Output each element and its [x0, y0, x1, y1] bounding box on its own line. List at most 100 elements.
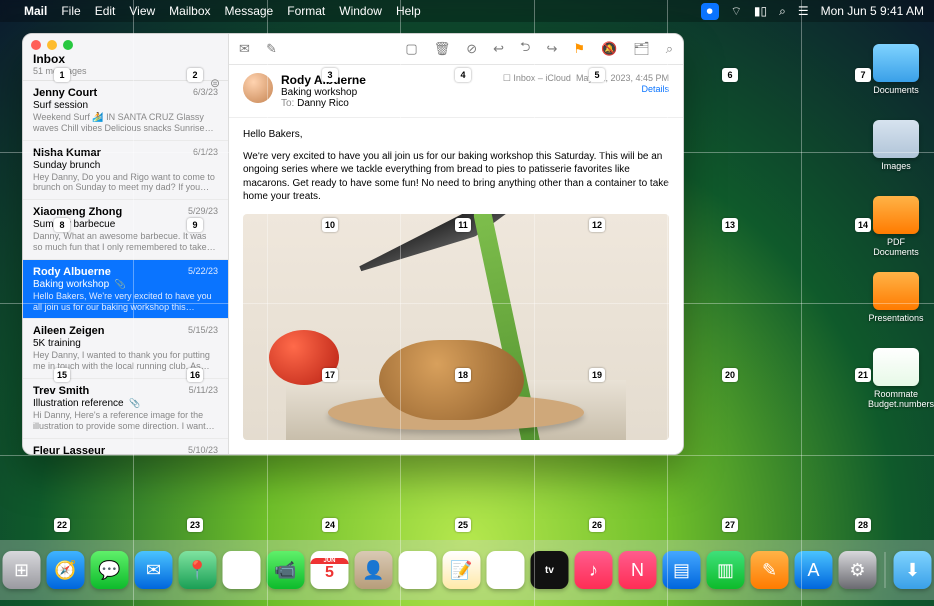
menu-format[interactable]: Format — [287, 4, 325, 18]
msg-sender: Jenny Court — [33, 87, 97, 99]
grid-cell-23[interactable]: 23 — [187, 518, 203, 532]
inbox-subtitle: 51 messages — [33, 66, 218, 76]
dock-messages[interactable]: 💬 — [91, 551, 129, 589]
desktop[interactable]: Mail File Edit View Mailbox Message Format Win… — [0, 0, 934, 606]
details-link[interactable]: Details — [641, 84, 669, 94]
grid-cell-28[interactable]: 28 — [855, 518, 871, 532]
dock-maps[interactable]: 📍 — [179, 551, 217, 589]
filter-icon[interactable]: ⊜ — [210, 76, 220, 90]
dock-downloads[interactable]: ⬇︎ — [894, 551, 932, 589]
message-row[interactable]: Xiaomeng Zhong5/29/23Summer barbecueDann… — [23, 200, 228, 260]
msg-subject: Baking workshop 📎 — [33, 279, 218, 290]
dock[interactable]: 🙂⊞🧭💬✉︎📍✿📹JUN5👤☰📝✎tv♪N▤▥✎A⚙︎⬇︎🗑 — [0, 540, 934, 600]
move-icon[interactable]: 🗂 — [633, 41, 650, 57]
control-center-icon[interactable]: ☰ — [798, 4, 809, 18]
message-row[interactable]: Fleur Lasseur5/10/23Baseball team fundra… — [23, 439, 228, 454]
msg-subject: Sunday brunch — [33, 160, 218, 171]
dock-calendar[interactable]: JUN5 — [311, 551, 349, 589]
menu-view[interactable]: View — [129, 4, 155, 18]
menu-help[interactable]: Help — [396, 4, 421, 18]
inbox-title: Inbox — [33, 52, 218, 66]
msg-date: 5/11/23 — [189, 385, 218, 397]
voice-control-icon[interactable]: ⏺ — [701, 3, 719, 20]
dock-mail[interactable]: ✉︎ — [135, 551, 173, 589]
dock-safari[interactable]: 🧭 — [47, 551, 85, 589]
dock-news[interactable]: N — [619, 551, 657, 589]
envelope-icon[interactable]: ✉︎ — [239, 41, 250, 57]
menu-mailbox[interactable]: Mailbox — [169, 4, 210, 18]
dock-tv[interactable]: tv — [531, 551, 569, 589]
dock-pages[interactable]: ✎ — [751, 551, 789, 589]
search-icon[interactable]: ⌕ — [666, 41, 673, 57]
message-attachment-image — [243, 214, 669, 441]
desktop-icon-presentations[interactable]: Presentations — [868, 272, 924, 323]
archive-icon[interactable]: ▢ — [405, 41, 417, 57]
close-icon[interactable] — [31, 40, 41, 50]
message-row[interactable]: Jenny Court6/3/23Surf sessionWeekend Sur… — [23, 81, 228, 141]
menu-message[interactable]: Message — [225, 4, 274, 18]
menubar-clock[interactable]: Mon Jun 5 9:41 AM — [821, 4, 924, 18]
msg-preview: Hey Danny, I wanted to thank you for put… — [33, 350, 218, 372]
reply-icon[interactable]: ↩︎ — [493, 41, 504, 57]
dock-contacts[interactable]: 👤 — [355, 551, 393, 589]
compose-icon[interactable]: ✎ — [266, 41, 277, 57]
desktop-icon-roommate-budget-numbers[interactable]: Roommate Budget.numbers — [868, 348, 924, 409]
desktop-icon-label: Images — [868, 161, 924, 171]
dock-appstore[interactable]: A — [795, 551, 833, 589]
desktop-icon-pdf-documents[interactable]: PDF Documents — [868, 196, 924, 257]
desktop-icon-documents[interactable]: Documents — [868, 44, 924, 95]
desktop-icon-label: PDF Documents — [868, 237, 924, 257]
grid-cell-24[interactable]: 24 — [322, 518, 338, 532]
grid-cell-13[interactable]: 13 — [722, 218, 738, 232]
wifi-icon[interactable]: ⌔ — [731, 4, 742, 19]
body-text: We're very excited to have you all join … — [243, 150, 669, 204]
header-datetime: May 22, 2023, 4:45 PM — [576, 73, 669, 83]
menu-window[interactable]: Window — [339, 4, 382, 18]
desktop-icon-label: Documents — [868, 85, 924, 95]
msg-preview: Weekend Surf 🏄 IN SANTA CRUZ Glassy wave… — [33, 112, 218, 134]
dock-photos[interactable]: ✿ — [223, 551, 261, 589]
dock-notes[interactable]: 📝 — [443, 551, 481, 589]
mail-toolbar: ✉︎ ✎ ▢ 🗑 ⊘ ↩︎ ⮌ ↪︎ ⚑ 🔕 🗂 ⌕ — [229, 34, 683, 65]
dock-keynote[interactable]: ▤ — [663, 551, 701, 589]
zoom-icon[interactable] — [63, 40, 73, 50]
grid-cell-25[interactable]: 25 — [455, 518, 471, 532]
menu-file[interactable]: File — [61, 4, 80, 18]
trash-icon[interactable]: 🗑 — [434, 41, 451, 57]
dock-facetime[interactable]: 📹 — [267, 551, 305, 589]
message-row[interactable]: Rody Albuerne5/22/23Baking workshop 📎Hel… — [23, 260, 228, 320]
message-row[interactable]: Aileen Zeigen5/15/235K trainingHey Danny… — [23, 319, 228, 379]
dock-numbers[interactable]: ▥ — [707, 551, 745, 589]
forward-icon[interactable]: ↪︎ — [546, 41, 557, 57]
battery-icon[interactable]: ▮▯ — [754, 4, 767, 18]
msg-subject: 5K training — [33, 338, 218, 349]
message-body: Hello Bakers, We're very excited to have… — [229, 118, 683, 214]
minimize-icon[interactable] — [47, 40, 57, 50]
message-row[interactable]: Nisha Kumar6/1/23Sunday brunchHey Danny,… — [23, 141, 228, 201]
grid-cell-6[interactable]: 6 — [722, 68, 738, 82]
junk-icon[interactable]: ⊘ — [466, 41, 477, 57]
grid-cell-27[interactable]: 27 — [722, 518, 738, 532]
dock-freeform[interactable]: ✎ — [487, 551, 525, 589]
dock-settings[interactable]: ⚙︎ — [839, 551, 877, 589]
message-list[interactable]: Jenny Court6/3/23Surf sessionWeekend Sur… — [23, 81, 228, 454]
mail-window[interactable]: Inbox 51 messages ⊜ Jenny Court6/3/23Sur… — [22, 33, 684, 455]
grid-cell-26[interactable]: 26 — [589, 518, 605, 532]
menubar-app-name[interactable]: Mail — [24, 4, 47, 18]
msg-date: 5/29/23 — [188, 206, 218, 218]
flag-icon[interactable]: ⚑ — [573, 41, 585, 57]
folder-icon — [873, 196, 919, 234]
mute-icon[interactable]: 🔕 — [601, 41, 617, 57]
desktop-icon-images[interactable]: Images — [868, 120, 924, 171]
grid-cell-22[interactable]: 22 — [54, 518, 70, 532]
dock-launchpad[interactable]: ⊞ — [3, 551, 41, 589]
reply-all-icon[interactable]: ⮌ — [520, 38, 530, 60]
msg-date: 5/15/23 — [188, 325, 218, 337]
dock-reminders[interactable]: ☰ — [399, 551, 437, 589]
menu-edit[interactable]: Edit — [95, 4, 116, 18]
spotlight-icon[interactable]: ⌕ — [779, 4, 786, 19]
grid-cell-20[interactable]: 20 — [722, 368, 738, 382]
message-row[interactable]: Trev Smith5/11/23Illustration reference … — [23, 379, 228, 439]
dock-music[interactable]: ♪ — [575, 551, 613, 589]
msg-preview: Hey Danny, Do you and Rigo want to come … — [33, 172, 218, 194]
